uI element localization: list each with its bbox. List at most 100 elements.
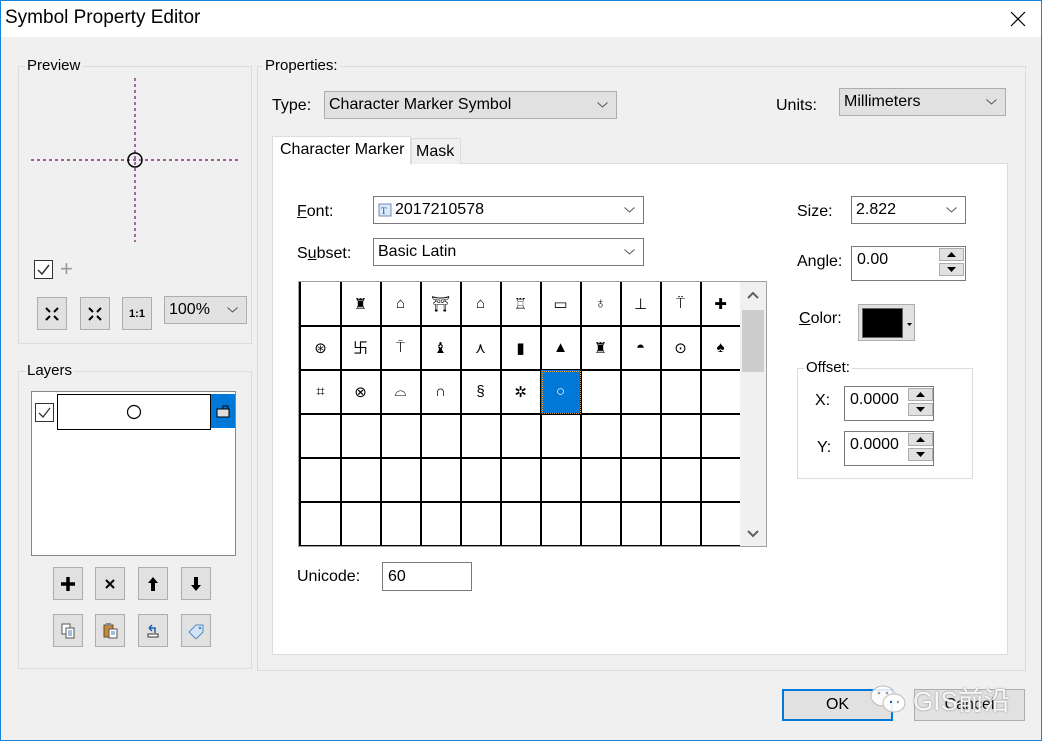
- unicode-input[interactable]: 60: [382, 562, 472, 591]
- glyph-cell[interactable]: [341, 458, 382, 503]
- glyph-cell[interactable]: [301, 414, 342, 459]
- glyph-cell[interactable]: [461, 502, 502, 546]
- scroll-up-icon[interactable]: [747, 291, 759, 299]
- glyph-cell[interactable]: [661, 370, 702, 415]
- glyph-cell[interactable]: ▭: [541, 282, 582, 327]
- glyph-cell[interactable]: [501, 458, 542, 503]
- font-dropdown[interactable]: T 2017210578: [373, 196, 644, 224]
- offset-y-decrement-button[interactable]: [908, 448, 933, 461]
- zoom-in-button[interactable]: [37, 297, 67, 330]
- close-button[interactable]: [995, 1, 1041, 37]
- glyph-cell[interactable]: ⌂: [381, 282, 422, 327]
- glyph-cell[interactable]: ♜: [581, 326, 622, 371]
- glyph-cell[interactable]: [381, 502, 422, 546]
- glyph-cell[interactable]: [381, 458, 422, 503]
- glyph-cell[interactable]: [581, 502, 622, 546]
- actual-size-button[interactable]: 1:1: [122, 297, 152, 330]
- glyph-cell[interactable]: ♁: [581, 282, 622, 327]
- tab-character-marker[interactable]: Character Marker: [272, 136, 411, 165]
- glyph-cell[interactable]: ∩: [421, 370, 462, 415]
- delete-layer-button[interactable]: [95, 567, 125, 600]
- add-layer-button[interactable]: [53, 567, 83, 600]
- glyph-cell[interactable]: ♜: [341, 282, 382, 327]
- glyph-cell[interactable]: ♖: [501, 282, 542, 327]
- angle-increment-button[interactable]: [939, 248, 964, 261]
- copy-layer-button[interactable]: [53, 614, 83, 647]
- offset-x-increment-button[interactable]: [908, 388, 933, 401]
- angle-decrement-button[interactable]: [939, 263, 964, 276]
- glyph-cell[interactable]: [621, 458, 662, 503]
- subset-dropdown[interactable]: Basic Latin: [373, 238, 644, 266]
- ok-button[interactable]: OK: [782, 689, 893, 721]
- glyph-cell[interactable]: [421, 502, 462, 546]
- glyph-cell[interactable]: [701, 502, 742, 546]
- tab-mask[interactable]: Mask: [411, 138, 461, 164]
- glyph-cell[interactable]: ▮: [501, 326, 542, 371]
- scroll-down-icon[interactable]: [747, 530, 759, 538]
- preview-zoom-dropdown[interactable]: 100%: [164, 296, 247, 324]
- glyph-cell[interactable]: ⊙: [661, 326, 702, 371]
- glyph-cell[interactable]: ⌓: [381, 370, 422, 415]
- glyph-cell[interactable]: ⍡: [661, 282, 702, 327]
- glyph-cell[interactable]: [701, 414, 742, 459]
- glyph-cell[interactable]: ⊛: [301, 326, 342, 371]
- glyph-cell[interactable]: [701, 370, 742, 415]
- glyph-cell[interactable]: ✲: [501, 370, 542, 415]
- glyph-cell[interactable]: ✚: [701, 282, 742, 327]
- glyph-cell[interactable]: [421, 414, 462, 459]
- glyph-cell[interactable]: [621, 414, 662, 459]
- move-layer-up-button[interactable]: [138, 567, 168, 600]
- glyph-cell[interactable]: ⛩: [421, 282, 462, 327]
- glyph-cell[interactable]: [341, 502, 382, 546]
- offset-y-increment-button[interactable]: [908, 433, 933, 446]
- glyph-cell[interactable]: §: [461, 370, 502, 415]
- color-picker-button[interactable]: [858, 304, 915, 341]
- tag-layer-button[interactable]: [181, 614, 211, 647]
- glyph-cell[interactable]: [661, 414, 702, 459]
- glyph-cell[interactable]: 卐: [341, 326, 382, 371]
- layer-visibility-checkbox[interactable]: [35, 403, 54, 422]
- glyph-cell[interactable]: [341, 414, 382, 459]
- glyph-cell[interactable]: ◓: [621, 326, 662, 371]
- add-preview-icon[interactable]: +: [60, 256, 73, 282]
- paste-layer-button[interactable]: [95, 614, 125, 647]
- cancel-button[interactable]: Cancel: [914, 689, 1025, 721]
- glyph-cell[interactable]: ▲: [541, 326, 582, 371]
- glyph-cell[interactable]: [461, 458, 502, 503]
- glyph-cell[interactable]: [301, 502, 342, 546]
- size-dropdown[interactable]: 2.822: [851, 196, 966, 224]
- glyph-cell[interactable]: [581, 414, 622, 459]
- glyph-cell[interactable]: [421, 458, 462, 503]
- glyph-cell[interactable]: [581, 370, 622, 415]
- glyph-grid[interactable]: ♜ ⌂ ⛩ ⌂ ♖ ▭ ♁ ⊥ ⍡ ✚ ⊛ 卐 ⍑ ♝ ⋏ ▮ ▲ ♜ ◓ ⊙ ♠ ⌗ ⊗ ⌓ ∩ § ✲ ○: [298, 281, 767, 547]
- layers-list[interactable]: [31, 391, 236, 556]
- glyph-cell[interactable]: [701, 458, 742, 503]
- preview-checkbox[interactable]: [34, 260, 53, 279]
- glyph-cell[interactable]: [461, 414, 502, 459]
- units-dropdown[interactable]: Millimeters: [839, 88, 1006, 116]
- glyph-cell[interactable]: ♠: [701, 326, 742, 371]
- glyph-cell[interactable]: [661, 458, 702, 503]
- glyph-cell[interactable]: [501, 502, 542, 546]
- glyph-cell[interactable]: ⊗: [341, 370, 382, 415]
- offset-y-spinner[interactable]: [908, 433, 933, 461]
- glyph-cell[interactable]: [581, 458, 622, 503]
- move-layer-down-button[interactable]: [181, 567, 211, 600]
- glyph-cell[interactable]: [301, 282, 342, 327]
- glyph-cell[interactable]: [541, 458, 582, 503]
- offset-x-spinner[interactable]: [908, 388, 933, 416]
- glyph-grid-scrollbar[interactable]: [740, 282, 766, 546]
- glyph-cell[interactable]: ⌂: [461, 282, 502, 327]
- offset-x-decrement-button[interactable]: [908, 403, 933, 416]
- glyph-cell[interactable]: [621, 370, 662, 415]
- glyph-cell[interactable]: [541, 414, 582, 459]
- zoom-out-button[interactable]: [80, 297, 110, 330]
- angle-spinner[interactable]: [939, 248, 964, 276]
- glyph-cell[interactable]: [381, 414, 422, 459]
- reset-layer-button[interactable]: [138, 614, 168, 647]
- layer-item[interactable]: [34, 394, 235, 430]
- glyph-cell[interactable]: [501, 414, 542, 459]
- layer-lock-toggle[interactable]: [211, 394, 235, 428]
- glyph-cell[interactable]: [301, 458, 342, 503]
- type-dropdown[interactable]: Character Marker Symbol: [324, 91, 617, 119]
